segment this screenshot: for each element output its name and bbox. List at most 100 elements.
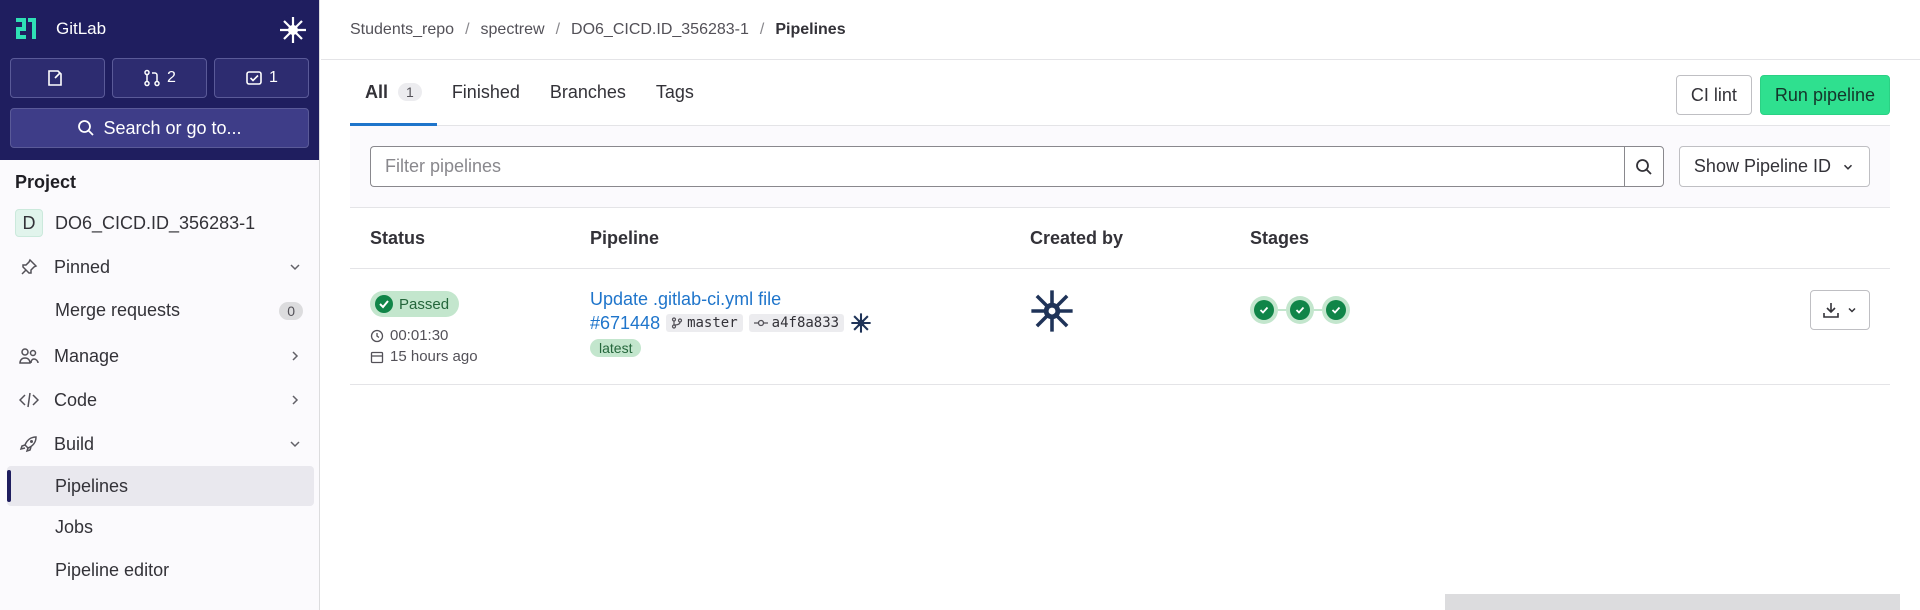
- breadcrumb-separator: /: [465, 20, 470, 38]
- filter-pipelines-input[interactable]: Filter pipelines: [370, 146, 1624, 187]
- breadcrumb-current[interactable]: Pipelines: [775, 21, 845, 39]
- tab-branches[interactable]: Branches: [535, 59, 641, 125]
- duration: 00:01:30: [370, 327, 478, 344]
- sidebar-item-pipelines[interactable]: Pipelines: [7, 466, 314, 506]
- sidebar-header: GitLab 2 1 Search or go to...: [0, 0, 319, 160]
- stages-cell: [1250, 269, 1350, 324]
- commit-author-avatar-icon[interactable]: [850, 312, 872, 334]
- branch-ref[interactable]: master: [666, 314, 743, 332]
- sidebar-item-merge-requests[interactable]: Merge requests 0: [0, 289, 319, 332]
- issues-icon: [47, 70, 62, 86]
- brand[interactable]: GitLab: [10, 0, 309, 58]
- breadcrumb-item[interactable]: DO6_CICD.ID_356283-1: [571, 21, 749, 39]
- todos-count: 1: [269, 69, 278, 86]
- issues-counter[interactable]: [10, 58, 105, 98]
- sidebar-item-pipeline-editor[interactable]: Pipeline editor: [0, 549, 319, 592]
- breadcrumb-item[interactable]: spectrew: [481, 21, 545, 39]
- sidebar-project[interactable]: D DO6_CICD.ID_356283-1: [0, 201, 319, 245]
- breadcrumb-separator: /: [555, 20, 561, 38]
- page-actions: CI lint Run pipeline: [1675, 75, 1890, 115]
- sidebar-item-label: Manage: [54, 345, 120, 366]
- clock-icon: [370, 329, 384, 342]
- pipeline-commit-title[interactable]: Update .gitlab-ci.yml file: [590, 289, 872, 310]
- sidebar-item-label: Build: [54, 433, 95, 454]
- commit-sha: a4f8a833: [771, 315, 840, 331]
- header-created-by: Created by: [1030, 227, 1124, 248]
- chevron-down-icon: [290, 441, 300, 448]
- status-cell: Passed 00:01:30 15 hours ago: [370, 269, 478, 365]
- tab-label: Finished: [451, 81, 520, 102]
- tab-label: Branches: [549, 81, 626, 102]
- header-status: Status: [370, 227, 426, 248]
- table-header: Status Pipeline Created by Stages: [350, 208, 1890, 269]
- stage-connector: [1314, 309, 1322, 311]
- pipeline-cell: Update .gitlab-ci.yml file #671448 maste…: [590, 269, 872, 358]
- horizontal-scrollbar[interactable]: [1445, 594, 1900, 610]
- finished-text: 15 hours ago: [390, 348, 478, 365]
- duration-text: 00:01:30: [390, 327, 449, 344]
- merge-request-icon: [144, 69, 160, 87]
- gitlab-logo-icon: [16, 18, 36, 39]
- todo-icon: [246, 71, 262, 85]
- status-text: Passed: [399, 295, 450, 313]
- rocket-icon: [18, 433, 40, 455]
- tab-label: All: [365, 81, 389, 102]
- header-stages: Stages: [1250, 227, 1310, 248]
- show-pipeline-id-dropdown[interactable]: Show Pipeline ID: [1678, 146, 1870, 187]
- project-avatar: D: [15, 209, 43, 237]
- pipeline-refs: #671448 master a4f8a833: [590, 312, 872, 334]
- branch-icon: [671, 317, 683, 329]
- merge-requests-count: 2: [167, 69, 176, 86]
- download-artifacts-dropdown[interactable]: [1810, 290, 1870, 330]
- merge-requests-counter[interactable]: 2: [112, 58, 207, 98]
- stage-status-icon[interactable]: [1286, 296, 1314, 324]
- merge-requests-badge: 0: [279, 301, 303, 320]
- commit-ref[interactable]: a4f8a833: [748, 314, 845, 332]
- sidebar-item-manage[interactable]: Manage: [0, 334, 319, 378]
- code-icon: [18, 389, 40, 411]
- sidebar-item-jobs[interactable]: Jobs: [0, 506, 319, 549]
- chevron-down-icon: [290, 264, 300, 271]
- calendar-icon: [370, 351, 384, 363]
- stages-list: [1250, 296, 1350, 324]
- check-circle-icon: [375, 295, 393, 313]
- tab-all[interactable]: All 1: [350, 59, 437, 126]
- dropdown-label: Show Pipeline ID: [1693, 156, 1831, 176]
- download-icon: [1823, 303, 1839, 318]
- filter-search-button[interactable]: [1623, 146, 1664, 187]
- stage-status-icon[interactable]: [1250, 296, 1278, 324]
- breadcrumb: Students_repo / spectrew / DO6_CICD.ID_3…: [321, 0, 1920, 60]
- stage-status-icon[interactable]: [1322, 296, 1350, 324]
- table-row: Passed 00:01:30 15 hours ago Update .git…: [350, 269, 1890, 385]
- ci-lint-button[interactable]: CI lint: [1675, 75, 1752, 115]
- sidebar-item-pinned[interactable]: Pinned: [0, 245, 319, 289]
- sidebar-item-label: Code: [54, 389, 98, 410]
- breadcrumb-separator: /: [759, 20, 765, 38]
- user-avatar-icon[interactable]: [277, 14, 309, 46]
- commit-icon: [753, 319, 768, 327]
- pin-icon: [18, 256, 40, 278]
- finished-at: 15 hours ago: [370, 348, 478, 365]
- breadcrumb-item[interactable]: Students_repo: [350, 21, 454, 39]
- pipeline-id-link[interactable]: #671448: [590, 313, 660, 334]
- tab-finished[interactable]: Finished: [437, 59, 535, 125]
- filter-bar: Filter pipelines Show Pipeline ID: [350, 126, 1890, 208]
- sidebar-item-label: Jobs: [55, 517, 94, 537]
- sidebar-item-label: Merge requests: [55, 300, 181, 320]
- run-pipeline-button[interactable]: Run pipeline: [1759, 75, 1890, 115]
- tab-label: Tags: [655, 81, 694, 102]
- search-icon: [1636, 158, 1652, 175]
- search-button[interactable]: Search or go to...: [10, 108, 309, 148]
- sidebar-item-build[interactable]: Build: [0, 422, 319, 466]
- status-badge[interactable]: Passed: [370, 291, 460, 317]
- sidebar-item-label: Pipeline editor: [55, 560, 170, 580]
- tab-tags[interactable]: Tags: [641, 59, 709, 125]
- latest-badge: latest: [590, 339, 642, 357]
- sidebar-item-code[interactable]: Code: [0, 378, 319, 422]
- sidebar: GitLab 2 1 Search or go to... Project D …: [0, 0, 320, 610]
- search-icon: [78, 120, 95, 136]
- stage-connector: [1278, 309, 1286, 311]
- filter-placeholder: Filter pipelines: [385, 156, 502, 176]
- creator-avatar-icon[interactable]: [1030, 289, 1074, 333]
- todos-counter[interactable]: 1: [214, 58, 309, 98]
